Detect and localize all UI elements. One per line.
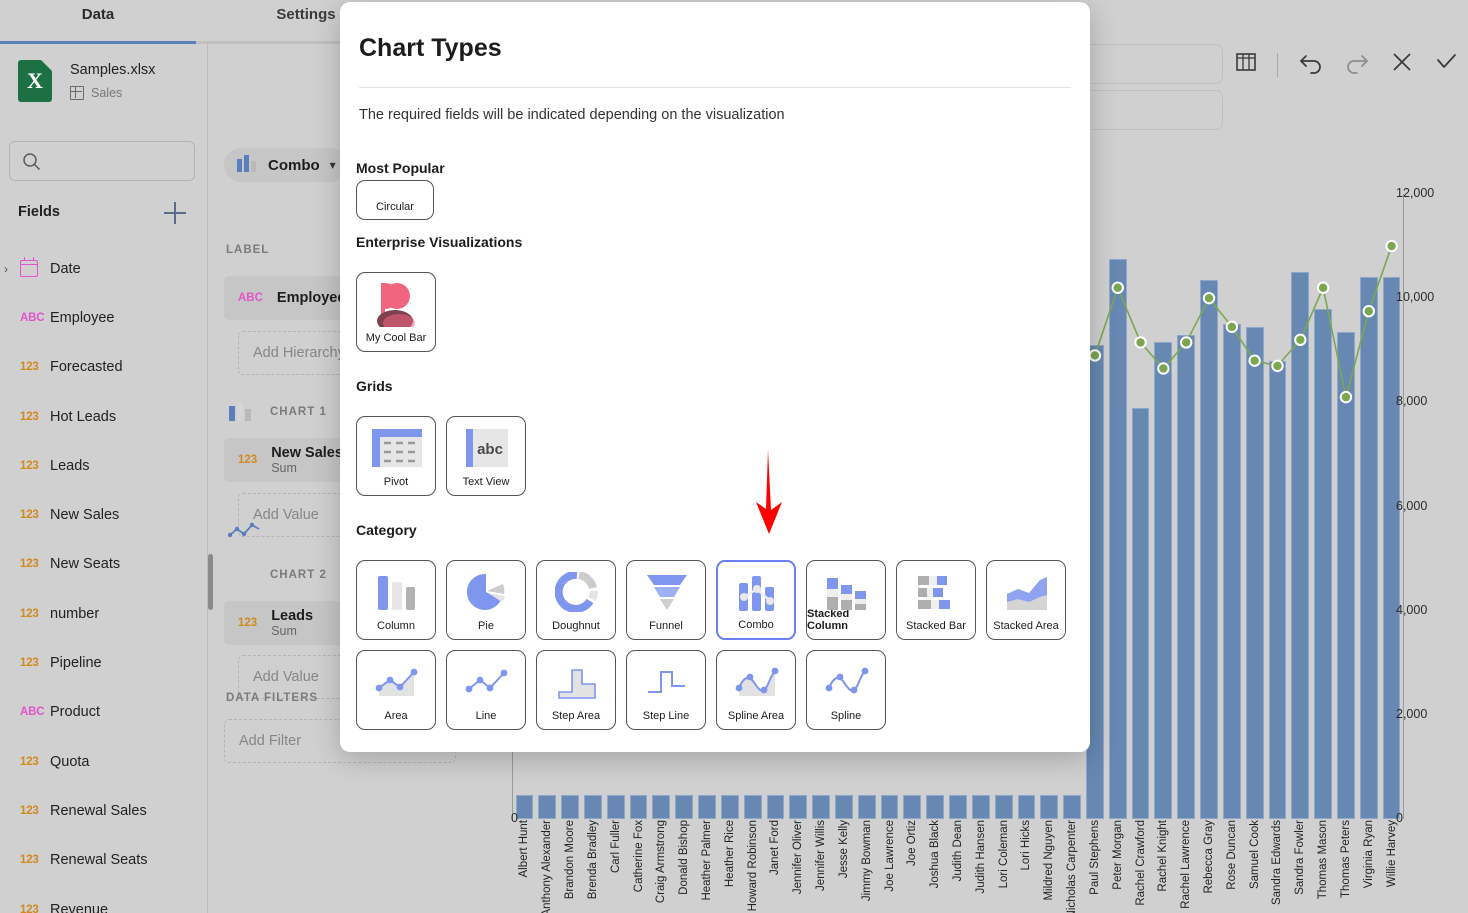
chart-type-card-stacked-area[interactable]: Stacked Area (986, 560, 1066, 640)
group-header-category: Category (356, 522, 417, 538)
chart-type-label: Line (475, 710, 497, 722)
step-area-chart-icon (537, 657, 617, 707)
chart-type-card-column[interactable]: Column (356, 560, 436, 640)
chart-type-label: Pie (478, 620, 494, 632)
modal-scrim: Chart Types The required fields will be … (0, 0, 1468, 913)
chart-type-label: Spline Area (727, 710, 785, 722)
chart-type-card-stacked-bar[interactable]: Stacked Bar (896, 560, 976, 640)
chart-type-label: Step Line (642, 710, 690, 722)
my-cool-bar-icon (357, 279, 437, 329)
chart-type-label: Circular (376, 201, 414, 213)
chart-type-card-spline-area[interactable]: Spline Area (716, 650, 796, 730)
dialog-title: Chart Types (359, 34, 502, 62)
chart-type-label: Spline (830, 710, 862, 722)
area-chart-icon (357, 657, 437, 707)
app-root: 02,0004,0006,0008,00010,00012,000 02,000… (0, 0, 1468, 913)
chart-type-card-area[interactable]: Area (356, 650, 436, 730)
step-line-chart-icon (627, 657, 707, 707)
dialog-subtitle: The required fields will be indicated de… (359, 107, 785, 123)
stacked-column-chart-icon (807, 567, 887, 617)
text-view-icon: abc (447, 423, 527, 473)
chart-type-card-funnel[interactable]: Funnel (626, 560, 706, 640)
chart-type-groups: Most Popular Circular Enterprise Visualiza… (340, 142, 1090, 752)
funnel-chart-icon (627, 567, 707, 617)
chart-types-dialog: Chart Types The required fields will be … (340, 2, 1090, 752)
group-header-most-popular: Most Popular (356, 160, 445, 176)
dialog-divider (359, 87, 1071, 88)
chart-type-card-combo[interactable]: Combo (716, 560, 796, 640)
combo-chart-icon (718, 568, 798, 618)
chart-type-label: Stacked Bar (906, 620, 966, 632)
svg-text:abc: abc (477, 441, 503, 458)
pie-chart-icon (447, 567, 527, 617)
line-chart-icon (447, 657, 527, 707)
chart-type-label: Step Area (551, 710, 601, 722)
pivot-grid-icon (357, 423, 437, 473)
chart-type-card-step-area[interactable]: Step Area (536, 650, 616, 730)
chart-type-card-text-view[interactable]: abc Text View (446, 416, 526, 496)
chart-type-card-pivot[interactable]: Pivot (356, 416, 436, 496)
chart-type-label: Area (384, 710, 408, 722)
chart-type-card-circular[interactable]: Circular (356, 180, 434, 220)
spline-area-chart-icon (717, 657, 797, 707)
chart-type-label: Stacked Area (993, 620, 1059, 632)
chart-type-label: Column (377, 620, 415, 632)
stacked-area-chart-icon (987, 567, 1067, 617)
chart-type-card-stacked-column[interactable]: Stacked Column (806, 560, 886, 640)
chart-type-card-line[interactable]: Line (446, 650, 526, 730)
chart-type-label: Text View (462, 476, 510, 488)
group-header-enterprise-visualizations: Enterprise Visualizations (356, 234, 523, 250)
chart-type-card-spline[interactable]: Spline (806, 650, 886, 730)
chart-type-card-step-line[interactable]: Step Line (626, 650, 706, 730)
spline-chart-icon (807, 657, 887, 707)
red-arrow-annotation (749, 448, 789, 538)
chart-type-label: Doughnut (552, 620, 600, 632)
group-header-grids: Grids (356, 378, 393, 394)
chart-type-label: Funnel (649, 620, 683, 632)
stacked-bar-chart-icon (897, 567, 977, 617)
chart-type-label: My Cool Bar (365, 332, 427, 344)
doughnut-chart-icon (537, 567, 617, 617)
chart-type-label: Combo (738, 619, 774, 631)
column-chart-icon (357, 567, 437, 617)
chart-type-label: Pivot (383, 476, 409, 488)
chart-type-card-my-cool-bar[interactable]: My Cool Bar (356, 272, 436, 352)
chart-type-card-doughnut[interactable]: Doughnut (536, 560, 616, 640)
chart-type-card-pie[interactable]: Pie (446, 560, 526, 640)
